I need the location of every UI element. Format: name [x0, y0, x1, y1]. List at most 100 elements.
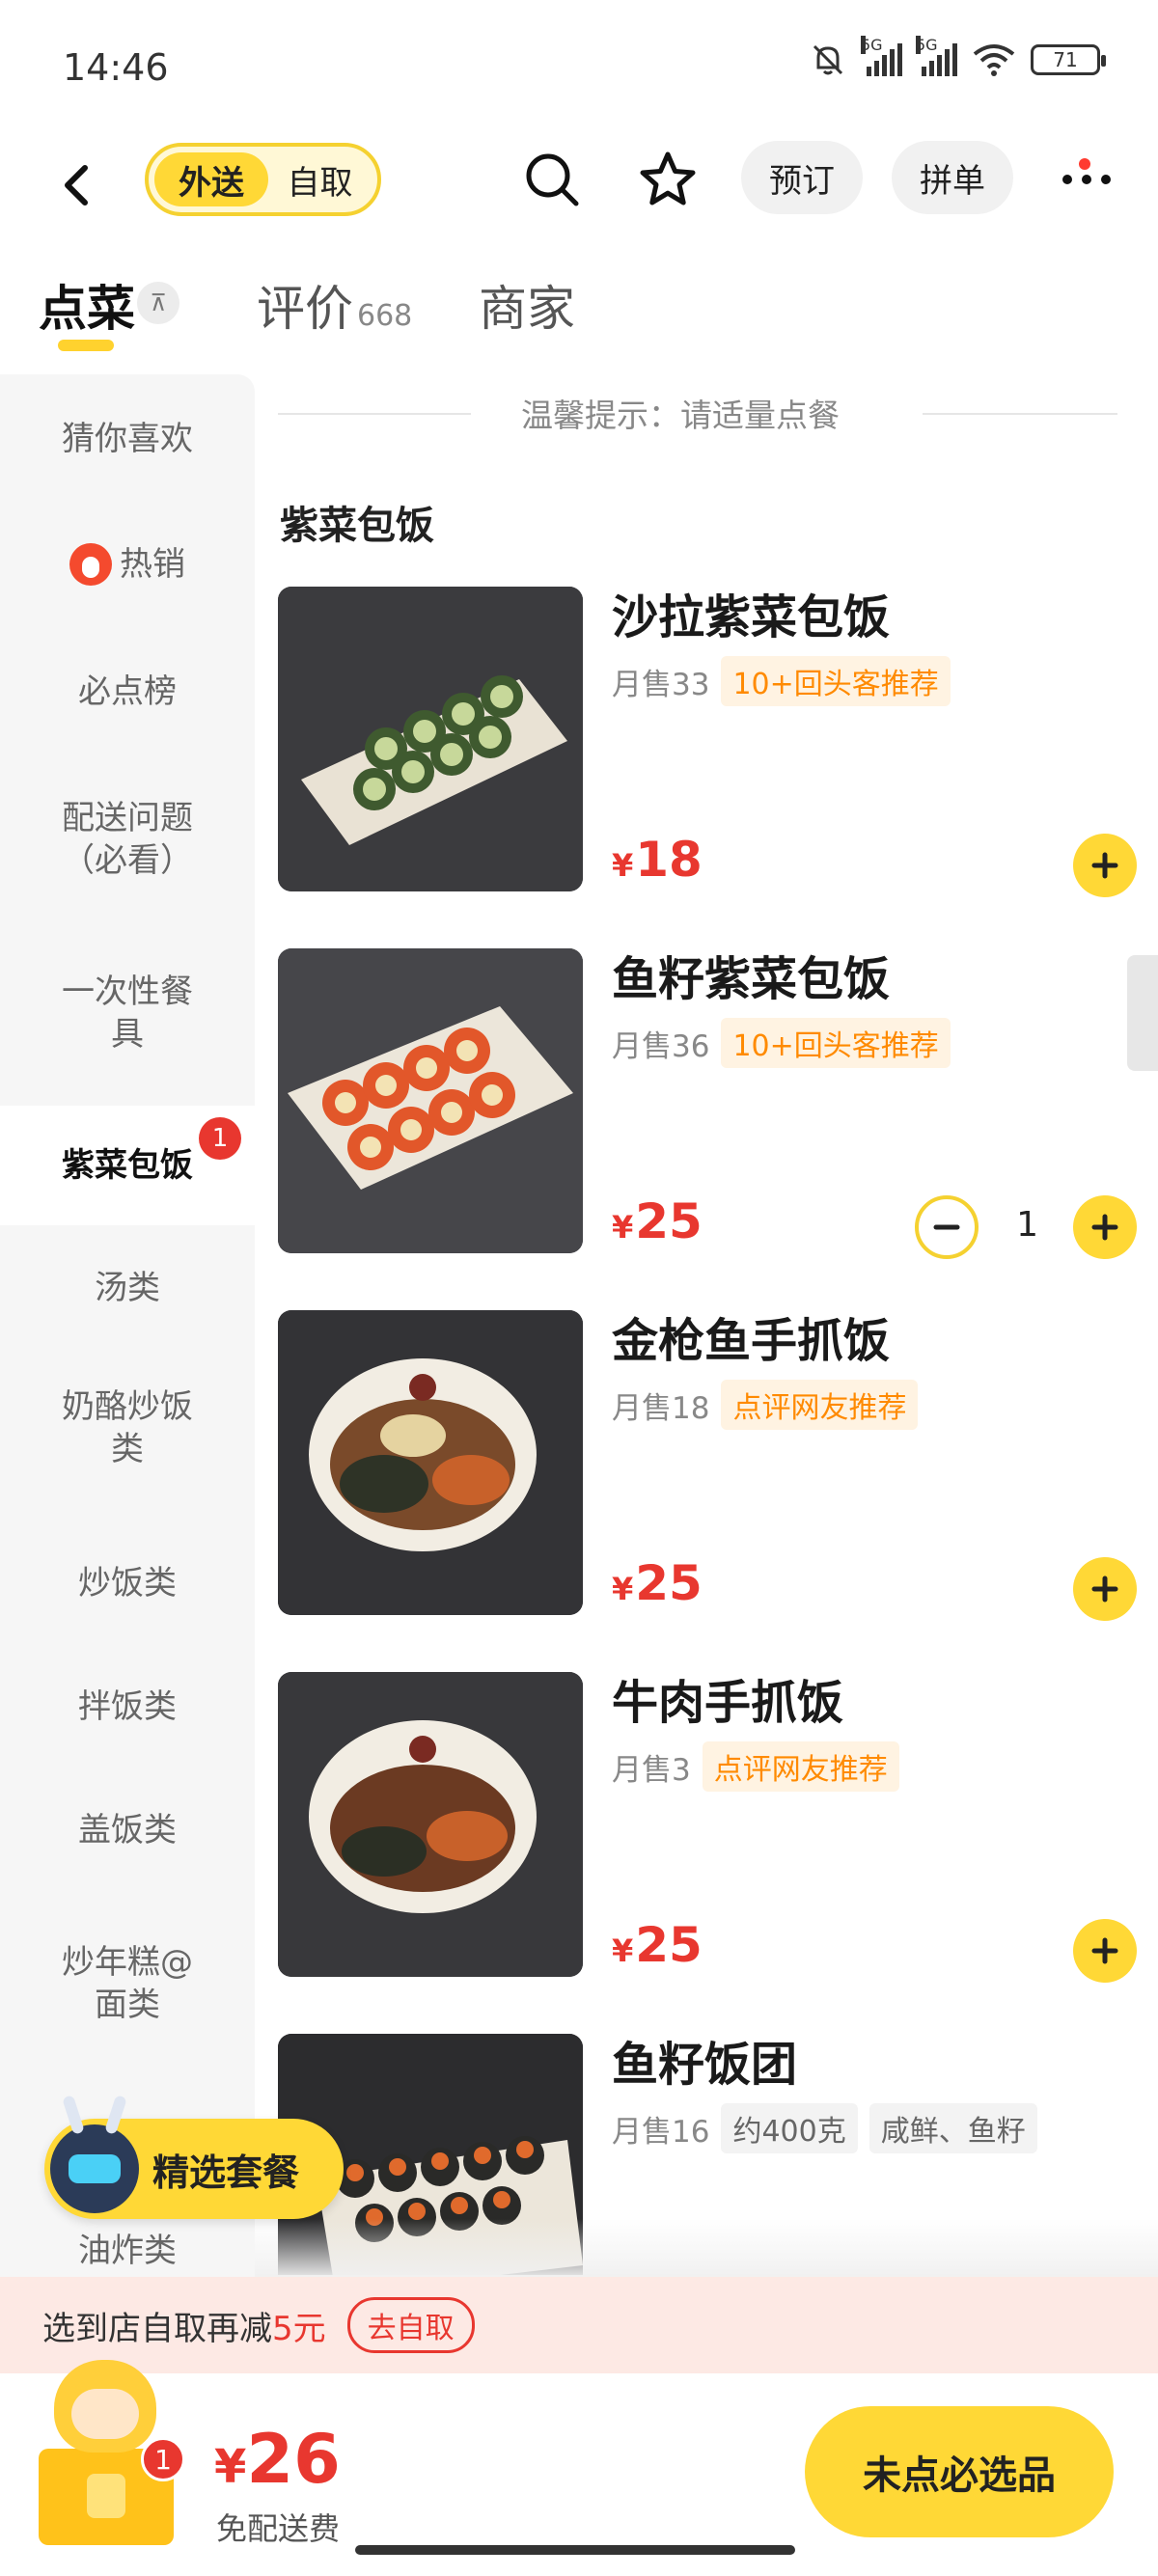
item-quantity: 1	[1016, 1205, 1038, 1245]
item-meta: 月售33 10+回头客推荐	[612, 656, 951, 706]
item-meta: 月售18 点评网友推荐	[612, 1380, 919, 1430]
tip-divider-left	[278, 413, 471, 415]
add-to-cart-button[interactable]	[1073, 1195, 1137, 1259]
pin-top-icon[interactable]: ⊼	[137, 282, 179, 324]
tab-merchant[interactable]: 商家	[479, 270, 575, 340]
sidebar-item-bibimbap[interactable]: 拌饭类	[0, 1663, 255, 1750]
recommend-tag: 点评网友推荐	[721, 1380, 919, 1430]
monthly-sales: 月售18	[612, 1390, 710, 1426]
active-tab-indicator	[58, 340, 114, 351]
sidebar-item-guess[interactable]: 猜你喜欢	[0, 396, 255, 482]
add-to-cart-button[interactable]	[1073, 1919, 1137, 1983]
sidebar-item-fried-rice[interactable]: 炒饭类	[0, 1540, 255, 1627]
tab-reviews[interactable]: 评价 668	[257, 270, 412, 340]
item-meta: 月售16 约400克 咸鲜、鱼籽	[612, 2103, 1037, 2153]
item-name: 沙拉紫菜包饭	[612, 590, 891, 644]
weight-tag: 约400克	[721, 2103, 858, 2153]
category-count-badge: 1	[199, 1117, 241, 1160]
status-icons: 5G 5G 71	[809, 36, 1106, 79]
search-icon	[526, 153, 579, 206]
robot-mascot-icon	[50, 2124, 139, 2213]
item-name: 牛肉手抓饭	[612, 1676, 844, 1730]
recommend-tag: 10+回头客推荐	[721, 1018, 951, 1068]
checkout-button[interactable]: 未点必选品	[805, 2406, 1114, 2537]
item-price: ¥18	[612, 832, 703, 888]
go-pickup-button[interactable]: 去自取	[346, 2297, 475, 2353]
review-count: 668	[357, 299, 413, 333]
featured-combo-button[interactable]: 精选套餐	[44, 2119, 344, 2219]
sidebar-item-hot[interactable]: 热销	[0, 521, 255, 608]
sidebar-item-soup[interactable]: 汤类	[0, 1245, 255, 1331]
sidebar-item-delivery-faq[interactable]: 配送问题（必看）	[0, 781, 255, 897]
scrollbar-thumb[interactable]	[1127, 955, 1158, 1071]
menu-item[interactable]: 鱼籽紫菜包饭 月售36 10+回头客推荐 ¥25 1	[278, 948, 1137, 1259]
store-tabs: 点菜 ⊼ 评价 668 商家	[0, 260, 1158, 367]
flavor-tag: 咸鲜、鱼籽	[868, 2103, 1037, 2153]
battery-icon: 71	[1031, 44, 1106, 75]
monthly-sales: 月售16	[612, 2114, 710, 2150]
sidebar-item-cutlery[interactable]: 一次性餐具	[0, 955, 255, 1071]
sidebar-item-must-order[interactable]: 必点榜	[0, 648, 255, 735]
sidebar-item-cheese-fried-rice[interactable]: 奶酪炒饭类	[0, 1370, 255, 1486]
promo-text: 选到店自取再减5元	[42, 2309, 326, 2348]
item-meta: 月售3 点评网友推荐	[612, 1741, 899, 1792]
delivery-fee: 免配送费	[216, 2510, 341, 2547]
item-meta: 月售36 10+回头客推荐	[612, 1018, 951, 1068]
remove-from-cart-button[interactable]	[915, 1195, 979, 1259]
reserve-button[interactable]: 预订	[741, 141, 863, 214]
food-photo[interactable]	[278, 587, 583, 891]
cart-total: ¥26	[214, 2420, 341, 2499]
add-to-cart-button[interactable]	[1073, 834, 1137, 897]
mode-pickup[interactable]: 自取	[268, 152, 372, 206]
monthly-sales: 月售3	[612, 1752, 691, 1788]
menu-item[interactable]: 沙拉紫菜包饭 月售33 10+回头客推荐 ¥18	[278, 587, 1137, 897]
tab-menu[interactable]: 点菜	[39, 270, 135, 340]
menu-item[interactable]: 金枪鱼手抓饭 月售18 点评网友推荐 ¥25	[278, 1310, 1137, 1621]
tab-menu-label: 点菜	[39, 281, 135, 337]
more-dots-icon	[1062, 175, 1111, 184]
favorite-button[interactable]	[631, 143, 704, 216]
food-photo[interactable]	[278, 1672, 583, 1977]
mute-bell-icon	[813, 44, 843, 75]
plus-icon	[1091, 852, 1118, 879]
mode-delivery[interactable]: 外送	[154, 152, 268, 206]
status-time: 14:46	[63, 46, 169, 89]
recommend-tag: 点评网友推荐	[702, 1741, 899, 1792]
menu-item[interactable]: 牛肉手抓饭 月售3 点评网友推荐 ¥25	[278, 1672, 1137, 1983]
signal-2-icon: 5G	[916, 36, 957, 76]
more-button[interactable]	[1048, 143, 1125, 216]
chevron-left-icon	[65, 165, 88, 206]
item-name: 金枪鱼手抓饭	[612, 1314, 891, 1368]
wifi-icon	[973, 44, 1015, 76]
group-order-button[interactable]: 拼单	[892, 141, 1013, 214]
sidebar-item-rice-bowl[interactable]: 盖饭类	[0, 1787, 255, 1874]
status-bar: 14:46 5G 5G 71	[0, 0, 1158, 135]
notification-dot	[1079, 158, 1090, 170]
item-price: ¥25	[612, 1917, 703, 1973]
tip-divider-right	[923, 413, 1117, 415]
food-photo[interactable]	[278, 948, 583, 1253]
store-header: 外送 自取 预订 拼单	[0, 135, 1158, 241]
cart-count-badge: 1	[141, 2437, 185, 2481]
monthly-sales: 月售36	[612, 1028, 710, 1064]
tab-merchant-label: 商家	[479, 281, 575, 337]
food-photo[interactable]	[278, 1310, 583, 1615]
sidebar-item-gimbap[interactable]: 紫菜包饭 1	[0, 1106, 255, 1225]
tab-reviews-label: 评价	[257, 281, 353, 337]
item-price: ¥25	[612, 1555, 703, 1611]
tip-text: 温馨提示：请适量点餐	[521, 397, 840, 434]
item-name: 鱼籽饭团	[612, 2038, 798, 2092]
section-title: 紫菜包饭	[280, 504, 434, 548]
add-to-cart-button[interactable]	[1073, 1557, 1137, 1621]
search-button[interactable]	[515, 143, 589, 216]
home-indicator[interactable]	[355, 2545, 795, 2555]
delivery-mode-toggle[interactable]: 外送 自取	[145, 143, 381, 216]
combo-label: 精选套餐	[152, 2151, 300, 2194]
sidebar-item-tteokbokki-noodles[interactable]: 炒年糕@面类	[0, 1926, 255, 2042]
item-name: 鱼籽紫菜包饭	[612, 952, 891, 1006]
back-button[interactable]	[54, 156, 96, 214]
item-price: ¥25	[612, 1193, 703, 1249]
recommend-tag: 10+回头客推荐	[721, 656, 951, 706]
plus-icon	[1091, 1214, 1118, 1241]
signal-1-icon: 5G	[861, 36, 902, 76]
